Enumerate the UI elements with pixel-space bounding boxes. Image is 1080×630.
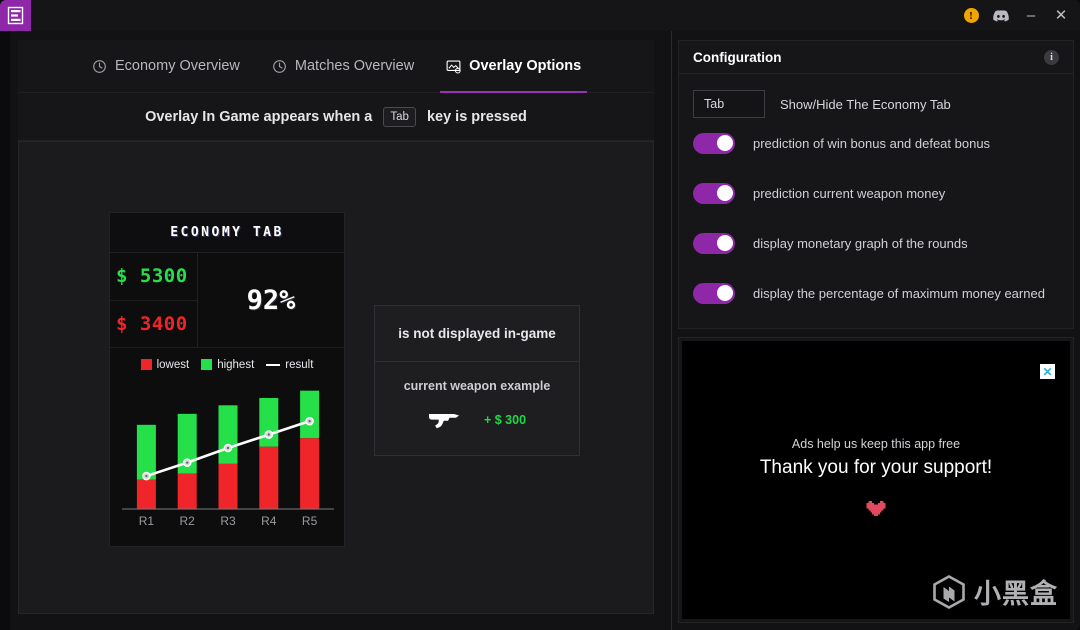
toggle-label-win-defeat-bonus: prediction of win bonus and defeat bonus (753, 135, 991, 151)
legend-swatch-result-icon (266, 363, 281, 366)
weapon-price-value: + $ 300 (483, 413, 527, 427)
hint-keycap: Tab (383, 106, 416, 127)
close-button[interactable]: ✕ (1046, 0, 1076, 31)
configuration-header: Configuration i (679, 41, 1073, 74)
ad-message: Ads help us keep this app free Thank you… (682, 437, 1070, 520)
app-window: ! – ✕ Economy Overview Matches Overview … (0, 0, 1080, 630)
toggle-knob (716, 285, 733, 301)
hexagon-h-logo-icon (933, 574, 965, 609)
svg-text:R2: R2 (180, 514, 196, 528)
weapon-example-row: + $ 300 (375, 411, 579, 429)
toggle-row-monetary-graph: display monetary graph of the rounds (679, 218, 1073, 268)
pistol-icon (428, 414, 459, 429)
toggle-row-win-defeat-bonus: prediction of win bonus and defeat bonus (679, 118, 1073, 168)
weapon-example-box: current weapon example + $ 300 (375, 362, 579, 455)
title-bar: ! – ✕ (0, 0, 1080, 31)
watermark: 小黑盒 (932, 572, 1058, 611)
highest-money-value: $ 5300 (116, 265, 188, 288)
toggle-current-weapon-money[interactable] (693, 182, 735, 204)
minimize-button[interactable]: – (1016, 0, 1046, 31)
svg-text:R5: R5 (302, 514, 318, 528)
tab-matches-overview[interactable]: Matches Overview (256, 40, 430, 93)
overlay-hint-row: Overlay In Game appears when a Tab key i… (18, 93, 654, 141)
warning-glyph: ! (963, 8, 979, 23)
toggle-label-max-money-percentage: display the percentage of maximum money … (753, 285, 1045, 301)
svg-text:R3: R3 (220, 514, 236, 528)
toggle-monetary-graph[interactable] (693, 232, 735, 254)
info-icon[interactable]: i (1044, 49, 1059, 65)
not-displayed-note: is not displayed in-game (375, 306, 579, 362)
tab-economy-overview[interactable]: Economy Overview (76, 40, 256, 93)
toggle-label-monetary-graph: display monetary graph of the rounds (753, 235, 968, 251)
legend-label-highest: highest (217, 358, 255, 371)
tab-overlay-options-label: Overlay Options (469, 58, 582, 74)
tab-overlay-options[interactable]: Overlay Options (430, 40, 597, 93)
toggle-row-max-money-percentage: display the percentage of maximum money … (679, 268, 1073, 318)
configuration-title: Configuration (693, 49, 782, 65)
left-edge-strip (0, 31, 10, 630)
legend-label-lowest: lowest (156, 358, 190, 371)
economy-tab-stats: $ 5300 $ 3400 92% (110, 253, 344, 347)
hint-suffix: key is pressed (426, 108, 527, 125)
ad-title: Thank you for your support! (759, 457, 993, 478)
overlay-hint-text: Overlay In Game appears when a Tab key i… (145, 106, 527, 127)
tab-economy-overview-label: Economy Overview (115, 58, 240, 74)
svg-text:R4: R4 (261, 514, 277, 528)
app-logo-icon[interactable] (0, 0, 31, 31)
economy-tab-title: Economy Tab (110, 213, 344, 253)
chart-legend: lowest highest result (110, 347, 344, 381)
toggle-label-current-weapon-money: prediction current weapon money (753, 185, 946, 201)
ingame-info-box: is not displayed in-game current weapon … (374, 305, 580, 456)
title-bar-actions: ! – ✕ (956, 0, 1080, 31)
rounds-money-chart: R1 R2 R3 R4 R5 (110, 381, 344, 546)
configuration-card: Configuration i Tab Show/Hide The Econom… (678, 40, 1074, 329)
overlay-screen-icon (446, 60, 461, 73)
toggle-knob (716, 185, 733, 201)
ad-close-icon[interactable]: ✕ (1040, 364, 1055, 379)
economy-money-column: $ 5300 $ 3400 (110, 253, 198, 347)
legend-swatch-lowest-icon (140, 359, 152, 370)
advertisement-card: ✕ Ads help us keep this app free Thank y… (678, 337, 1074, 623)
svg-text:R1: R1 (139, 514, 155, 528)
rounds-money-chart-svg: R1 R2 R3 R4 R5 (122, 390, 334, 528)
toggle-knob (716, 135, 733, 151)
keybind-input[interactable]: Tab (693, 90, 765, 118)
percent-value: 92% (246, 284, 296, 316)
hint-prefix: Overlay In Game appears when a (145, 108, 373, 125)
legend-item-result: result (266, 359, 313, 371)
left-pane: Economy Overview Matches Overview Overla… (0, 31, 672, 630)
watermark-text: 小黑盒 (974, 579, 1058, 610)
weapon-example-label: current weapon example (403, 379, 551, 393)
clock-icon (93, 59, 106, 73)
toggle-row-current-weapon-money: prediction current weapon money (679, 168, 1073, 218)
warning-icon[interactable]: ! (956, 0, 986, 31)
tab-bar: Economy Overview Matches Overview Overla… (18, 40, 654, 93)
ad-heart-row (682, 499, 1070, 520)
pixel-heart-icon (866, 500, 886, 517)
ad-subtitle: Ads help us keep this app free (791, 437, 961, 451)
economy-tab-title-label: Economy Tab (170, 225, 284, 240)
keybind-row: Tab Show/Hide The Economy Tab (679, 74, 1073, 118)
window-body: Economy Overview Matches Overview Overla… (0, 31, 1080, 630)
advertisement-content: ✕ Ads help us keep this app free Thank y… (682, 341, 1070, 619)
overlay-preview-stage: Economy Tab $ 5300 $ 3400 92% lowest (18, 141, 654, 614)
economy-tab-preview: Economy Tab $ 5300 $ 3400 92% lowest (109, 212, 345, 547)
legend-item-lowest: lowest (140, 358, 190, 371)
toggle-knob (716, 235, 733, 251)
right-pane: Configuration i Tab Show/Hide The Econom… (673, 31, 1080, 630)
keybind-label: Show/Hide The Economy Tab (780, 96, 951, 112)
legend-item-highest: highest (201, 359, 254, 371)
toggle-win-defeat-bonus[interactable] (693, 132, 735, 154)
lowest-money-value: $ 3400 (110, 299, 197, 348)
legend-swatch-highest-icon (201, 359, 213, 370)
discord-icon[interactable] (986, 0, 1016, 31)
tab-matches-overview-label: Matches Overview (294, 58, 415, 74)
legend-label-result: result (285, 358, 314, 371)
toggle-max-money-percentage[interactable] (693, 282, 735, 304)
clock-icon (273, 59, 286, 73)
